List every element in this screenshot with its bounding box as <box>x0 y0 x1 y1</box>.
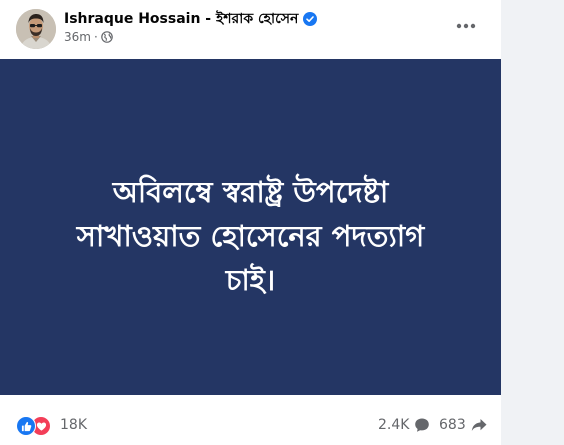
comment-count: 2.4K <box>378 417 410 433</box>
post-text-line: অবিলম্বে স্বরাষ্ট্র উপদেষ্টা <box>112 175 389 209</box>
comment-icon <box>415 418 430 432</box>
post-card: Ishraque Hossain - ইশরাক হোসেন 36m · অবি… <box>0 0 501 445</box>
meta-separator: · <box>93 30 98 44</box>
like-icon <box>16 416 36 436</box>
verified-badge-icon <box>303 12 318 26</box>
comment-count-link[interactable]: 2.4K <box>378 414 431 436</box>
post-text: অবিলম্বে স্বরাষ্ট্র উপদেষ্টা সাখাওয়াত হ… <box>21 170 481 302</box>
author-name[interactable]: Ishraque Hossain - ইশরাক হোসেন <box>64 7 298 31</box>
post-text-line: চাই। <box>225 263 276 297</box>
reaction-count: 18K <box>60 417 87 433</box>
globe-icon[interactable] <box>100 31 113 43</box>
post-timestamp[interactable]: 36m <box>64 30 91 44</box>
share-arrow-icon <box>471 419 487 431</box>
author-name-row: Ishraque Hossain - ইশরাক হোসেন <box>64 7 318 31</box>
post-text-line: সাখাওয়াত হোসেনের পদত্যাগ <box>76 219 425 253</box>
post-options-button[interactable] <box>452 12 480 40</box>
post-text-background[interactable]: অবিলম্বে স্বরাষ্ট্র উপদেষ্টা সাখাওয়াত হ… <box>0 59 501 395</box>
post-meta: 36m · <box>64 29 113 45</box>
avatar-photo <box>16 9 56 49</box>
author-avatar[interactable] <box>16 9 56 49</box>
more-options-icon <box>456 23 476 29</box>
share-count-link[interactable]: 683 <box>439 414 488 436</box>
share-count: 683 <box>439 417 466 433</box>
reaction-icons <box>16 415 56 436</box>
reactions-summary[interactable]: 18K <box>16 414 87 436</box>
